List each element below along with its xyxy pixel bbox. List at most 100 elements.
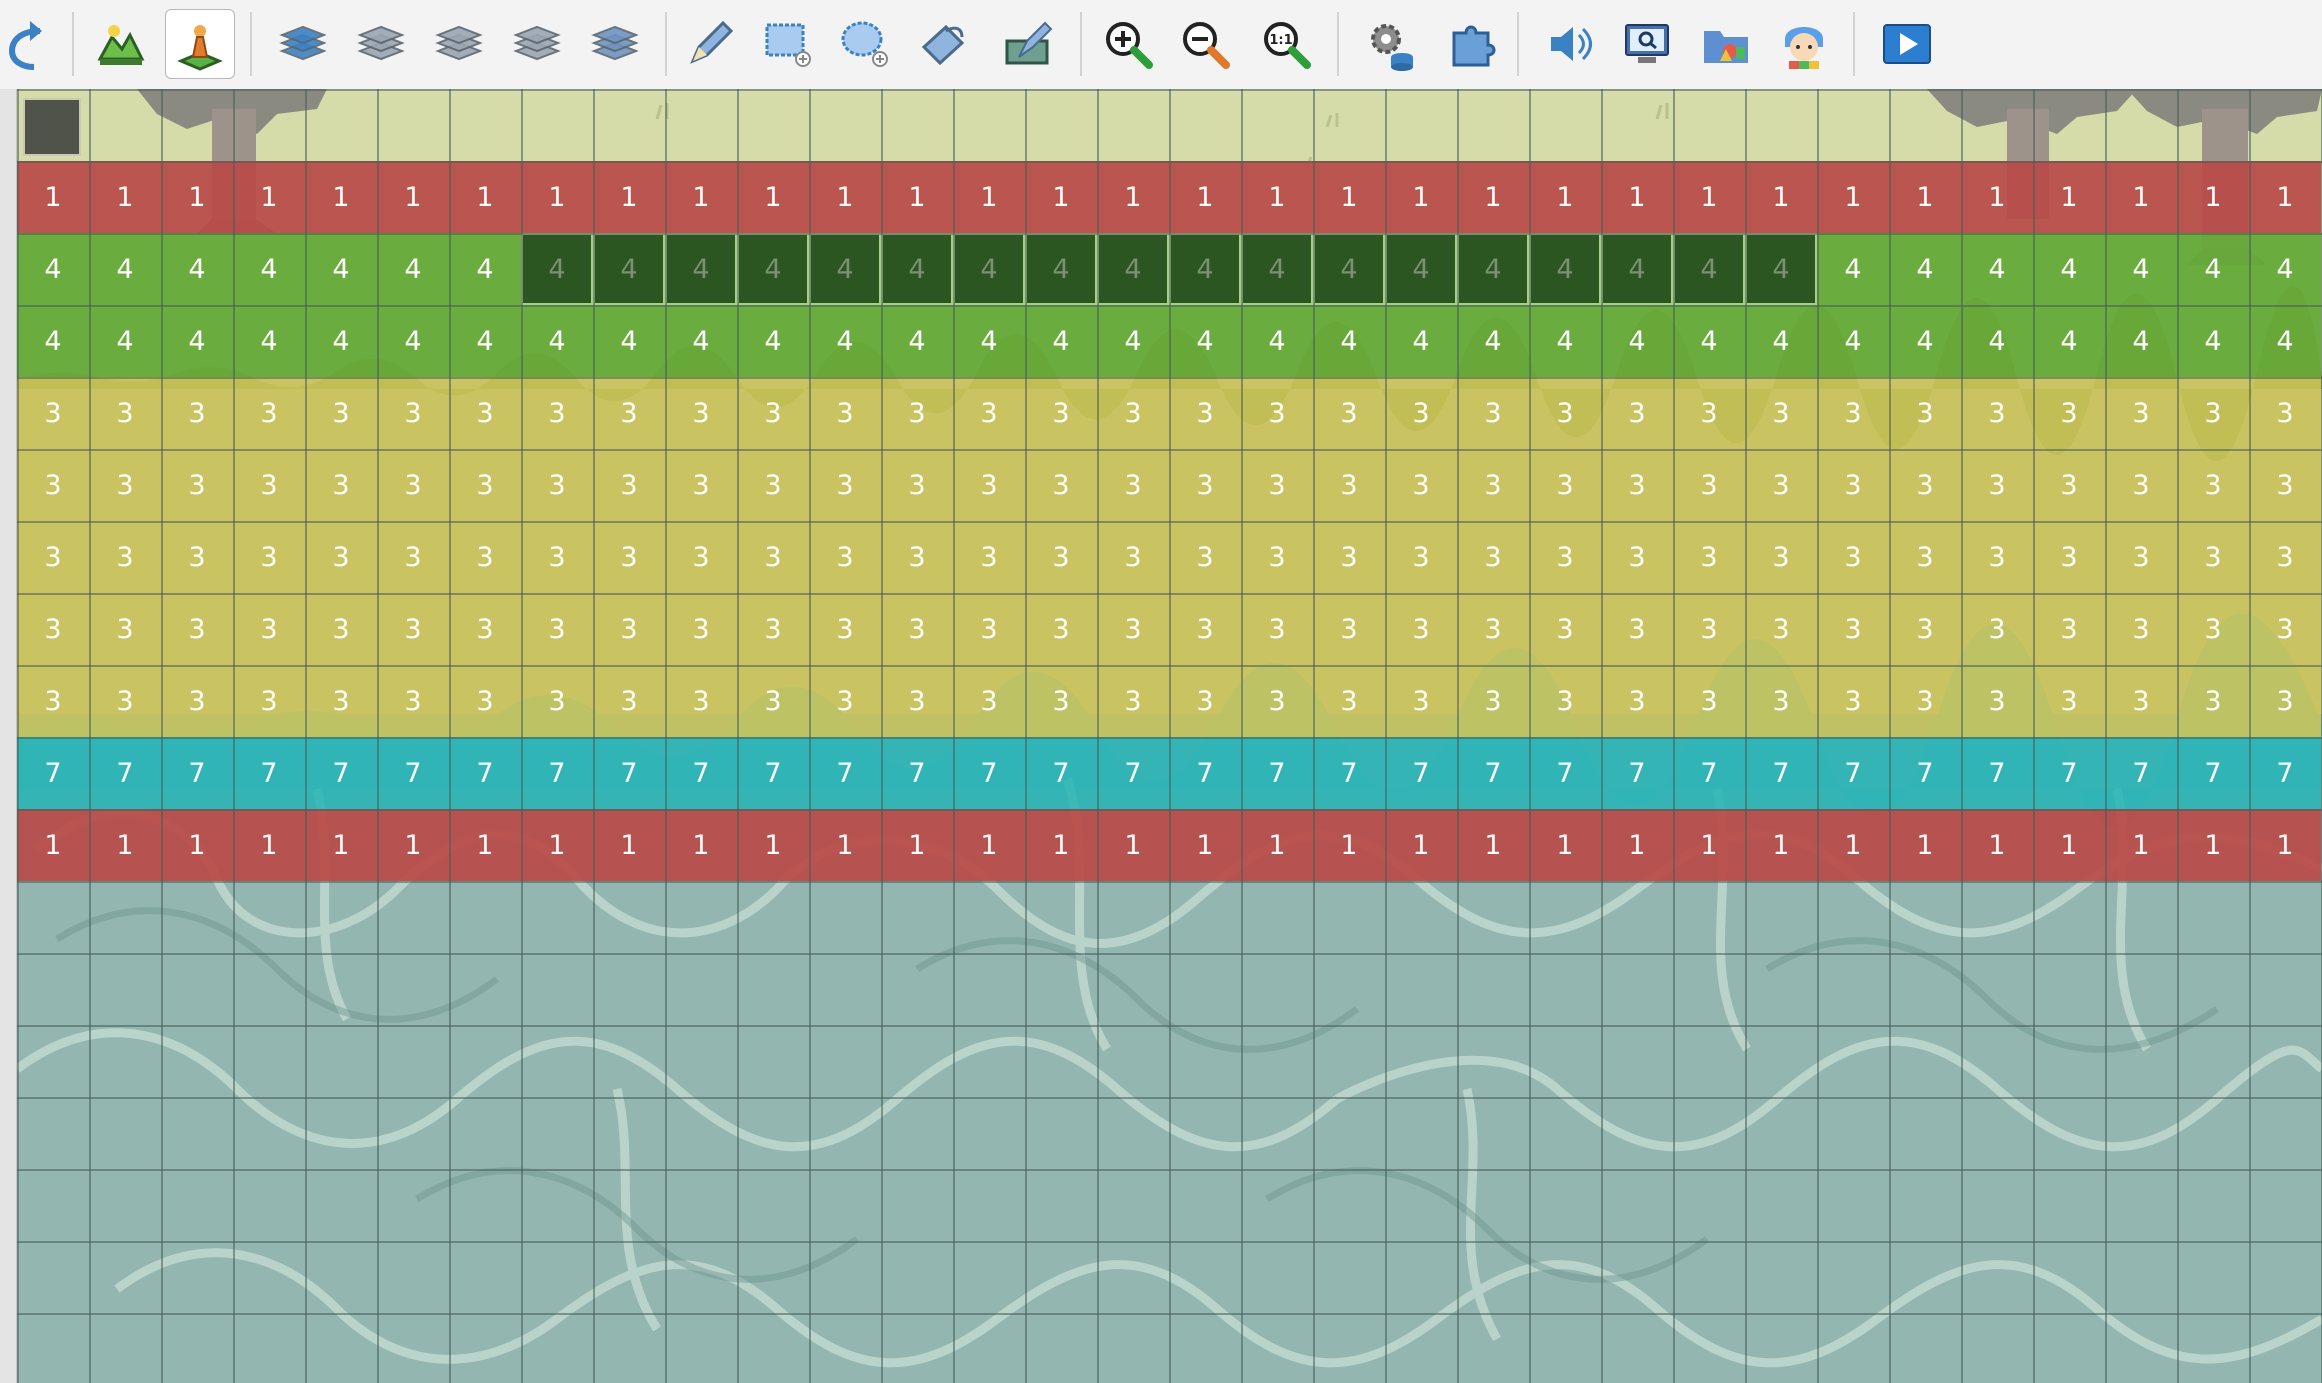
region-tile[interactable]: 3 [737, 665, 809, 737]
region-tile[interactable]: 3 [1673, 521, 1745, 593]
region-tile[interactable]: 1 [233, 809, 305, 881]
region-tile[interactable]: 3 [1313, 593, 1385, 665]
region-tile[interactable]: 1 [521, 161, 593, 233]
region-tile[interactable]: 1 [305, 809, 377, 881]
region-tile[interactable]: 3 [1025, 593, 1097, 665]
region-tile[interactable]: 3 [1025, 521, 1097, 593]
region-tile[interactable]: 3 [377, 521, 449, 593]
layer-2-button[interactable] [346, 9, 416, 79]
region-tile[interactable]: 4 [1457, 233, 1529, 305]
region-tile[interactable]: 1 [521, 809, 593, 881]
region-tile[interactable]: 1 [1961, 161, 2033, 233]
region-tile[interactable]: 4 [593, 305, 665, 377]
region-tile[interactable]: 1 [1385, 161, 1457, 233]
region-tile[interactable]: 3 [2249, 593, 2321, 665]
region-tile[interactable]: 3 [1601, 521, 1673, 593]
map-canvas[interactable]: 1111111111111111111111111111111144444444… [17, 89, 2322, 1383]
region-tile[interactable]: 3 [161, 377, 233, 449]
region-tile[interactable]: 7 [881, 737, 953, 809]
region-tile[interactable]: 3 [1529, 449, 1601, 521]
region-tile[interactable]: 3 [1529, 521, 1601, 593]
region-tile[interactable]: 3 [881, 665, 953, 737]
region-tile[interactable]: 3 [521, 449, 593, 521]
region-tile[interactable]: 3 [1817, 593, 1889, 665]
layer-4-button[interactable] [502, 9, 572, 79]
zoom-out-button[interactable] [1170, 9, 1240, 79]
region-tile[interactable]: 4 [305, 233, 377, 305]
region-tile[interactable]: 1 [1313, 809, 1385, 881]
region-tile[interactable]: 4 [2105, 233, 2177, 305]
sound-test-button[interactable] [1535, 9, 1605, 79]
region-tile[interactable]: 1 [1097, 809, 1169, 881]
region-tile[interactable]: 1 [1601, 809, 1673, 881]
region-tile[interactable]: 3 [953, 521, 1025, 593]
map-editor[interactable]: 1111111111111111111111111111111144444444… [0, 89, 2322, 1383]
region-tile[interactable]: 3 [1241, 593, 1313, 665]
region-tile[interactable]: 3 [809, 521, 881, 593]
region-tile[interactable]: 3 [1457, 449, 1529, 521]
region-tile[interactable]: 4 [1673, 233, 1745, 305]
region-tile[interactable]: 3 [1817, 521, 1889, 593]
region-tile[interactable]: 7 [1169, 737, 1241, 809]
region-tile[interactable]: 3 [2249, 521, 2321, 593]
region-tile[interactable]: 1 [737, 161, 809, 233]
map-mode-button[interactable] [86, 9, 156, 79]
region-tile[interactable]: 4 [2033, 305, 2105, 377]
region-tile[interactable]: 3 [2177, 377, 2249, 449]
region-tile[interactable]: 3 [1673, 665, 1745, 737]
region-tile[interactable]: 3 [2249, 449, 2321, 521]
playtest-button[interactable] [1872, 9, 1942, 79]
region-tile[interactable]: 4 [2249, 305, 2321, 377]
region-tile[interactable]: 4 [809, 305, 881, 377]
region-tile[interactable]: 4 [1745, 305, 1817, 377]
rectangle-tool-button[interactable] [753, 9, 823, 79]
region-tile[interactable]: 4 [17, 305, 89, 377]
region-tile[interactable]: 3 [2033, 377, 2105, 449]
region-tile[interactable]: 3 [1601, 593, 1673, 665]
region-tile[interactable]: 1 [881, 161, 953, 233]
region-tile[interactable]: 3 [521, 521, 593, 593]
region-tile[interactable]: 3 [161, 593, 233, 665]
region-tile[interactable]: 1 [1097, 161, 1169, 233]
region-tile[interactable]: 3 [305, 665, 377, 737]
region-tile[interactable]: 3 [377, 377, 449, 449]
region-tile[interactable]: 3 [1097, 593, 1169, 665]
region-tile[interactable]: 3 [89, 665, 161, 737]
region-tile[interactable]: 1 [1961, 809, 2033, 881]
region-tile[interactable]: 3 [1313, 377, 1385, 449]
region-tile[interactable]: 7 [953, 737, 1025, 809]
region-tile[interactable]: 3 [593, 377, 665, 449]
region-tile[interactable]: 4 [1097, 305, 1169, 377]
region-tile[interactable]: 3 [1817, 449, 1889, 521]
region-tile[interactable]: 3 [1169, 665, 1241, 737]
region-tile[interactable]: 4 [1529, 233, 1601, 305]
region-tile[interactable]: 3 [2105, 593, 2177, 665]
region-tile[interactable]: 4 [1169, 233, 1241, 305]
region-tile[interactable]: 3 [2249, 377, 2321, 449]
region-tile[interactable]: 1 [1529, 809, 1601, 881]
region-tile[interactable]: 3 [809, 377, 881, 449]
region-tile[interactable]: 3 [1169, 593, 1241, 665]
region-tile[interactable]: 4 [881, 305, 953, 377]
region-tile[interactable]: 3 [1313, 521, 1385, 593]
region-tile[interactable]: 3 [2177, 665, 2249, 737]
region-tile[interactable]: 1 [377, 161, 449, 233]
region-tile[interactable]: 3 [1961, 449, 2033, 521]
region-tile[interactable]: 1 [1529, 161, 1601, 233]
region-tile[interactable]: 7 [521, 737, 593, 809]
region-tile[interactable]: 3 [1673, 377, 1745, 449]
region-tile[interactable]: 4 [1385, 233, 1457, 305]
region-tile[interactable]: 3 [2177, 449, 2249, 521]
region-tile[interactable]: 1 [737, 809, 809, 881]
region-tile[interactable]: 4 [737, 305, 809, 377]
region-tile[interactable]: 3 [1529, 665, 1601, 737]
region-tile[interactable]: 3 [1025, 377, 1097, 449]
region-tile[interactable]: 4 [1025, 233, 1097, 305]
region-tile[interactable]: 1 [593, 161, 665, 233]
region-tile[interactable]: 7 [233, 737, 305, 809]
region-tile[interactable]: 4 [2249, 233, 2321, 305]
region-tile[interactable]: 3 [1961, 521, 2033, 593]
region-tile[interactable]: 3 [1817, 377, 1889, 449]
region-tile[interactable]: 4 [89, 305, 161, 377]
zoom-in-button[interactable] [1093, 9, 1163, 79]
